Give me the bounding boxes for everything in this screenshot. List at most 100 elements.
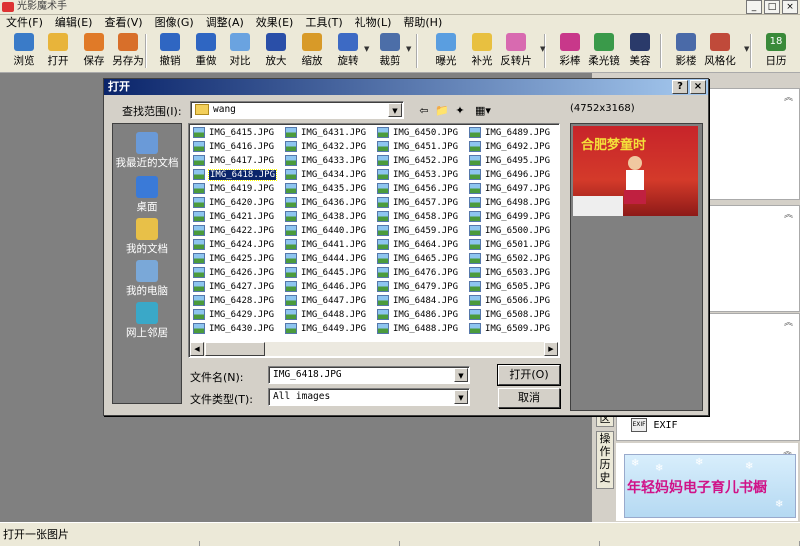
scroll-thumb[interactable] xyxy=(205,342,265,356)
file-item[interactable]: IMG_6452.JPG xyxy=(377,155,458,168)
file-item[interactable]: IMG_6446.JPG xyxy=(285,281,366,294)
file-item[interactable]: IMG_6502.JPG xyxy=(469,253,550,266)
toolbar-button-2[interactable]: 保存 xyxy=(76,33,112,68)
file-item[interactable]: IMG_6435.JPG xyxy=(285,183,366,196)
file-item[interactable]: IMG_6479.JPG xyxy=(377,281,458,294)
file-item[interactable]: IMG_6499.JPG xyxy=(469,211,550,224)
place-network[interactable]: 网上邻居 xyxy=(113,302,181,340)
file-item[interactable]: IMG_6430.JPG xyxy=(193,323,274,336)
file-item[interactable]: IMG_6458.JPG xyxy=(377,211,458,224)
file-item[interactable]: IMG_6506.JPG xyxy=(469,295,550,308)
file-item[interactable]: IMG_6496.JPG xyxy=(469,169,550,182)
scroll-left-icon[interactable]: ◀ xyxy=(190,342,204,356)
collapse-chevron-icon[interactable]: ︽ xyxy=(784,315,793,328)
file-item[interactable]: IMG_6457.JPG xyxy=(377,197,458,210)
file-item[interactable]: IMG_6428.JPG xyxy=(193,295,274,308)
place-my-computer[interactable]: 我的电脑 xyxy=(113,260,181,298)
toolbar-button-0[interactable]: 浏览 xyxy=(6,33,42,68)
file-item[interactable]: IMG_6438.JPG xyxy=(285,211,366,224)
dropdown-arrow-icon[interactable]: ▼ xyxy=(744,45,749,53)
file-item[interactable]: IMG_6495.JPG xyxy=(469,155,550,168)
dropdown-arrow-icon[interactable]: ▼ xyxy=(388,103,402,117)
file-item[interactable]: IMG_6484.JPG xyxy=(377,295,458,308)
new-folder-icon[interactable]: ✦ xyxy=(452,103,468,118)
file-item[interactable]: IMG_6489.JPG xyxy=(469,127,550,140)
file-item[interactable]: IMG_6429.JPG xyxy=(193,309,274,322)
file-item[interactable]: IMG_6450.JPG xyxy=(377,127,458,140)
toolbar-button-3[interactable]: 另存为 xyxy=(110,33,146,68)
toolbar-button-6[interactable]: 对比 xyxy=(222,33,258,68)
file-item[interactable]: IMG_6453.JPG xyxy=(377,169,458,182)
file-item[interactable]: IMG_6440.JPG xyxy=(285,225,366,238)
toolbar-button-9[interactable]: 旋转 xyxy=(330,33,366,68)
file-item[interactable]: IMG_6422.JPG xyxy=(193,225,274,238)
view-menu-icon[interactable]: ▦▾ xyxy=(472,103,494,118)
menu-effects[interactable]: 效果(E) xyxy=(250,15,300,31)
file-item[interactable]: IMG_6445.JPG xyxy=(285,267,366,280)
file-item[interactable]: IMG_6492.JPG xyxy=(469,141,550,154)
maximize-button[interactable]: □ xyxy=(764,0,780,14)
back-icon[interactable]: ⇦ xyxy=(416,103,432,118)
file-item[interactable]: IMG_6421.JPG xyxy=(193,211,274,224)
filetype-select[interactable]: All images ▼ xyxy=(268,388,470,406)
file-item[interactable]: IMG_6451.JPG xyxy=(377,141,458,154)
file-item[interactable]: IMG_6447.JPG xyxy=(285,295,366,308)
file-item[interactable]: IMG_6464.JPG xyxy=(377,239,458,252)
file-item[interactable]: IMG_6420.JPG xyxy=(193,197,274,210)
toolbar-button-5[interactable]: 重做 xyxy=(188,33,224,68)
cancel-button[interactable]: 取消 xyxy=(498,388,560,408)
menu-edit[interactable]: 编辑(E) xyxy=(49,15,99,31)
exif-item[interactable]: EXIF EXIF xyxy=(631,418,678,432)
file-item[interactable]: IMG_6427.JPG xyxy=(193,281,274,294)
toolbar-button-17[interactable]: 影楼 xyxy=(668,33,704,68)
file-item[interactable]: IMG_6456.JPG xyxy=(377,183,458,196)
file-item[interactable]: IMG_6448.JPG xyxy=(285,309,366,322)
file-item[interactable]: IMG_6433.JPG xyxy=(285,155,366,168)
toolbar-button-10[interactable]: 裁剪 xyxy=(372,33,408,68)
file-item[interactable]: IMG_6425.JPG xyxy=(193,253,274,266)
file-item[interactable]: IMG_6444.JPG xyxy=(285,253,366,266)
file-item[interactable]: IMG_6508.JPG xyxy=(469,309,550,322)
toolbar-button-15[interactable]: 柔光镜 xyxy=(586,33,622,68)
toolbar-button-7[interactable]: 放大 xyxy=(258,33,294,68)
menu-tools[interactable]: 工具(T) xyxy=(299,15,348,31)
minimize-button[interactable]: _ xyxy=(746,0,762,14)
file-item[interactable]: IMG_6434.JPG xyxy=(285,169,366,182)
file-item[interactable]: IMG_6424.JPG xyxy=(193,239,274,252)
toolbar-button-8[interactable]: 缩放 xyxy=(294,33,330,68)
dropdown-arrow-icon[interactable]: ▼ xyxy=(454,390,468,404)
file-item[interactable]: IMG_6501.JPG xyxy=(469,239,550,252)
place-recent[interactable]: 我最近的文档 xyxy=(113,132,181,170)
file-item[interactable]: IMG_6500.JPG xyxy=(469,225,550,238)
file-list[interactable]: ◀ ▶ IMG_6415.JPG IMG_6416.JPG IMG_6417.JPG… xyxy=(188,123,560,358)
up-folder-icon[interactable]: 📁 xyxy=(434,103,450,118)
file-item[interactable]: IMG_6498.JPG xyxy=(469,197,550,210)
toolbar-button-18[interactable]: 风格化 xyxy=(702,33,738,68)
file-item[interactable]: IMG_6431.JPG xyxy=(285,127,366,140)
toolbar-button-12[interactable]: 补光 xyxy=(464,33,500,68)
file-item[interactable]: IMG_6497.JPG xyxy=(469,183,550,196)
menu-file[interactable]: 文件(F) xyxy=(0,15,49,31)
toolbar-button-14[interactable]: 彩棒 xyxy=(552,33,588,68)
vtab-history[interactable]: 操作历史 xyxy=(596,431,614,489)
dialog-close-button[interactable]: × xyxy=(690,80,706,94)
collapse-chevron-icon[interactable]: ︽ xyxy=(784,90,793,103)
file-item[interactable]: IMG_6432.JPG xyxy=(285,141,366,154)
file-item[interactable]: IMG_6509.JPG xyxy=(469,323,550,336)
look-in-combo[interactable]: wang ▼ xyxy=(190,101,404,119)
open-button[interactable]: 打开(O) xyxy=(497,364,561,386)
toolbar-button-13[interactable]: 反转片 xyxy=(498,33,534,68)
file-item[interactable]: IMG_6449.JPG xyxy=(285,323,366,336)
dropdown-arrow-icon[interactable]: ▼ xyxy=(454,368,468,382)
dropdown-arrow-icon[interactable]: ▼ xyxy=(406,45,411,53)
file-item[interactable]: IMG_6503.JPG xyxy=(469,267,550,280)
toolbar-button-11[interactable]: 曝光 xyxy=(428,33,464,68)
toolbar-button-16[interactable]: 美容 xyxy=(622,33,658,68)
menu-adjust[interactable]: 调整(A) xyxy=(200,15,250,31)
file-item[interactable]: IMG_6488.JPG xyxy=(377,323,458,336)
toolbar-button-4[interactable]: 撤销 xyxy=(152,33,188,68)
toolbar-button-19[interactable]: 18 日历 xyxy=(758,33,794,68)
file-item[interactable]: IMG_6486.JPG xyxy=(377,309,458,322)
menu-gifts[interactable]: 礼物(L) xyxy=(349,15,398,31)
place-desktop[interactable]: 桌面 xyxy=(113,176,181,214)
